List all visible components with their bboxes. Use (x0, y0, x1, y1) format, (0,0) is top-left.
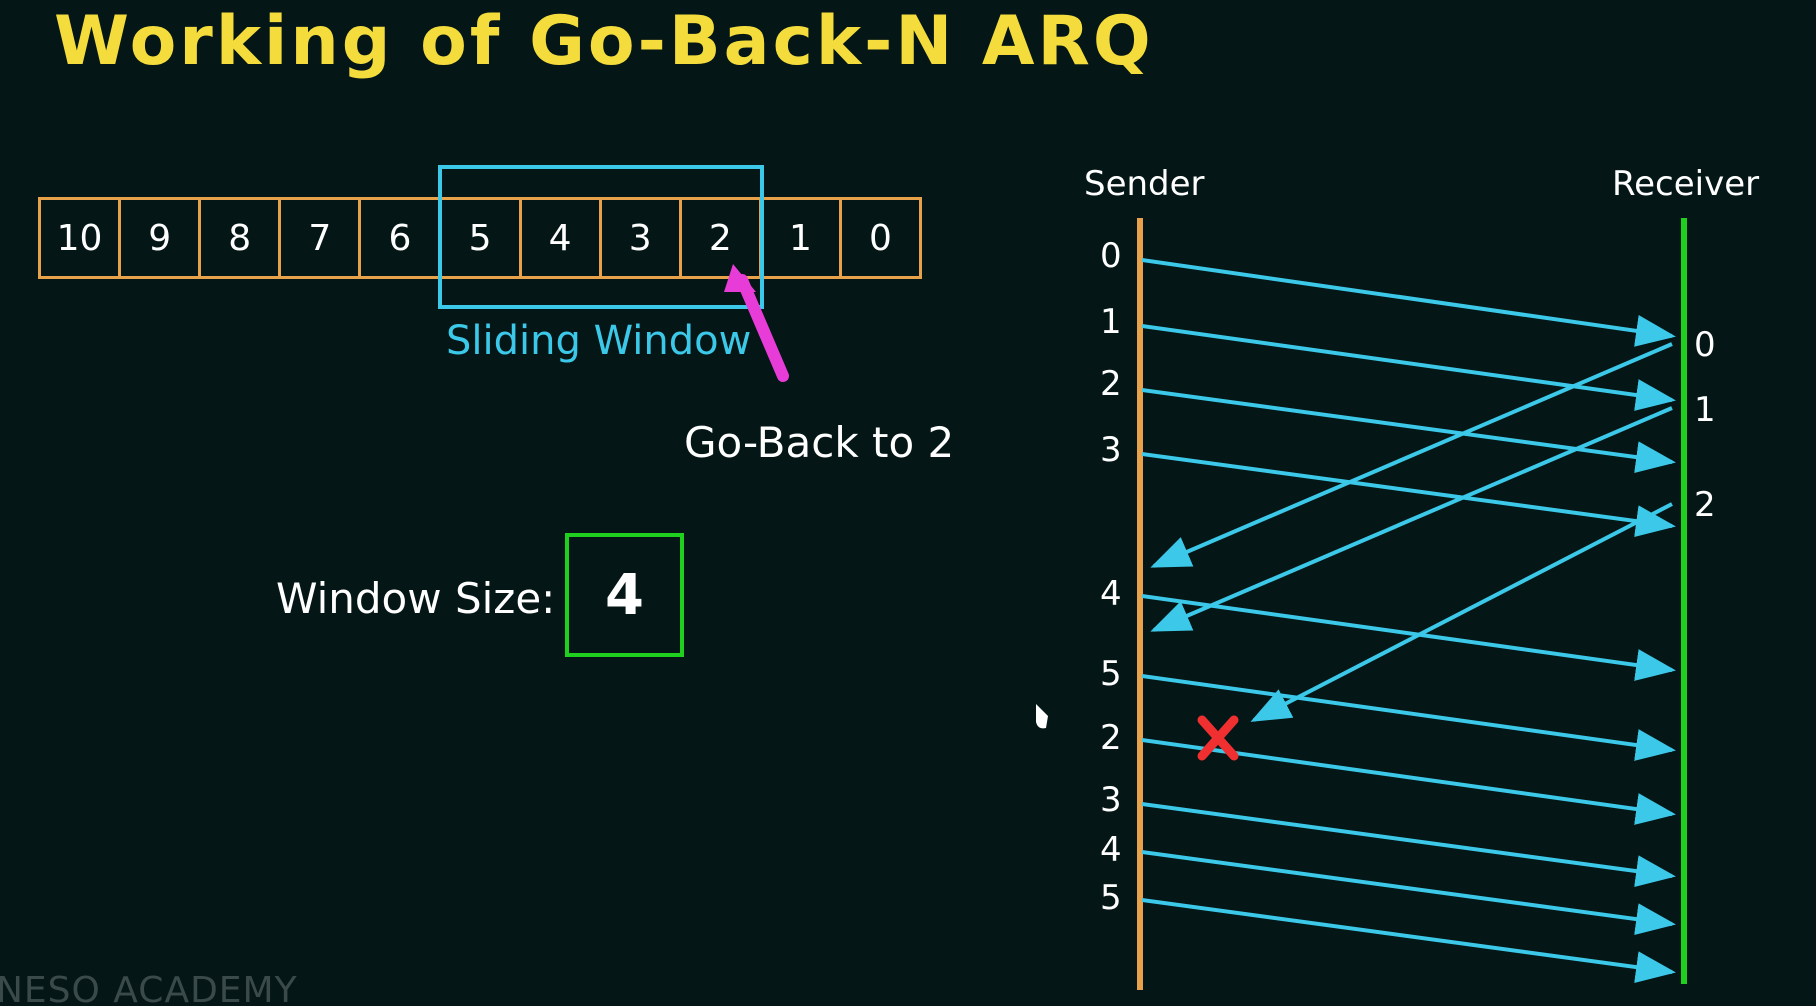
mouse-cursor-icon (1036, 704, 1048, 729)
sender-seq-label: 1 (1100, 302, 1122, 342)
go-back-label: Go-Back to 2 (684, 418, 955, 467)
frame-cell: 9 (121, 200, 202, 276)
watermark-text: NESO ACADEMY (0, 970, 298, 1006)
ack-arrow (1150, 406, 1673, 632)
lost-ack-icon (1197, 715, 1239, 761)
sender-seq-label: 4 (1100, 830, 1122, 870)
frame-arrow (1141, 452, 1676, 538)
sender-seq-label: 5 (1100, 878, 1122, 918)
sender-seq-label: 4 (1100, 574, 1122, 614)
sender-seq-label: 2 (1100, 364, 1122, 404)
frame-cell: 7 (281, 200, 362, 276)
frame-arrow (1141, 324, 1676, 411)
sliding-window-box (438, 165, 764, 309)
receiver-seq-label: 1 (1694, 390, 1716, 430)
sender-seq-label: 5 (1100, 654, 1122, 694)
receiver-seq-label: 0 (1694, 325, 1716, 365)
slide-title: Working of Go-Back-N ARQ (54, 2, 1154, 81)
window-size-value: 4 (565, 533, 684, 657)
sender-seq-label: 2 (1100, 718, 1122, 758)
frame-arrow (1141, 802, 1676, 888)
frame-cell: 0 (869, 217, 892, 259)
window-size-label: Window Size: (276, 574, 556, 623)
sender-seq-label: 3 (1100, 430, 1122, 470)
ack-arrow (1250, 502, 1673, 722)
frame-arrow (1141, 594, 1676, 681)
receiver-seq-label: 2 (1694, 485, 1716, 525)
frame-cell: 10 (41, 200, 122, 276)
sender-label: Sender (1084, 164, 1205, 204)
ack-arrow (1150, 342, 1673, 568)
sliding-window-label: Sliding Window (446, 318, 752, 364)
frame-arrow (1141, 258, 1676, 347)
sender-seq-label: 3 (1100, 780, 1122, 820)
frame-arrow (1141, 850, 1676, 936)
sender-seq-label: 0 (1100, 236, 1122, 276)
frame-arrow (1141, 388, 1676, 474)
receiver-label: Receiver (1612, 164, 1760, 204)
frame-arrow (1141, 898, 1676, 984)
frame-arrow (1141, 738, 1676, 825)
transmission-diagram (724, 218, 1687, 990)
frame-cell: 1 (762, 200, 842, 276)
frame-cell: 6 (361, 200, 442, 276)
slide: Working of Go-Back-N ARQ 10 9 8 7 6 5 4 … (0, 0, 1816, 1006)
frame-cell: 8 (201, 200, 282, 276)
frame-arrow (1141, 674, 1676, 761)
